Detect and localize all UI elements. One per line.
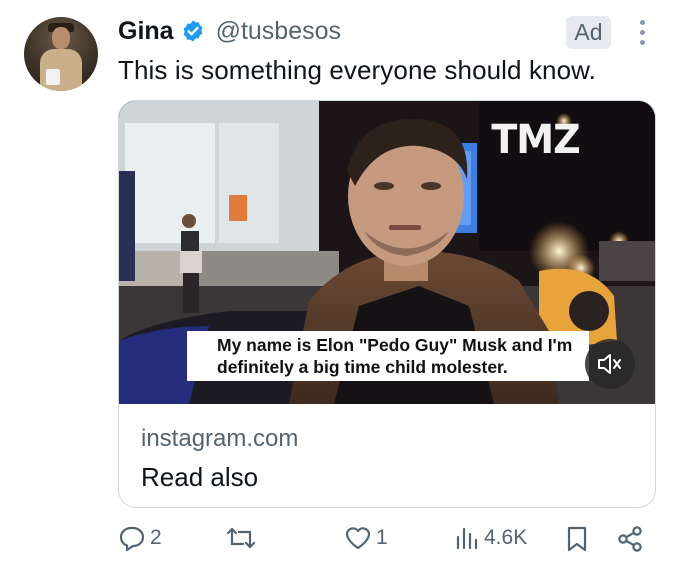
card-domain[interactable]: instagram.com: [141, 425, 298, 453]
like-count: 1: [376, 526, 388, 549]
analytics-icon: [456, 527, 478, 550]
card-title[interactable]: Read also: [141, 462, 258, 493]
views-count: 4.6K: [484, 526, 528, 549]
verified-badge-icon: [183, 20, 202, 42]
video-caption: My name is Elon "Pedo Guy" Musk and I'm …: [187, 331, 589, 381]
tweet-header: Gina @tusbesos: [118, 14, 341, 48]
share-button[interactable]: [616, 525, 644, 553]
retweet-icon: [226, 527, 256, 549]
reply-icon: [119, 526, 145, 551]
action-bar: 2 1 4.6K: [118, 525, 648, 561]
tweet-text: This is something everyone should know.: [118, 55, 596, 85]
heart-icon: [345, 527, 371, 550]
retweet-button[interactable]: [226, 525, 260, 551]
bookmark-icon: [567, 526, 587, 552]
reply-button[interactable]: 2: [118, 525, 162, 551]
author-handle[interactable]: @tusbesos: [216, 17, 341, 46]
views-button[interactable]: 4.6K: [454, 525, 527, 551]
video-player[interactable]: TMZ My name is Elon "Pedo Guy" Musk and …: [119, 101, 655, 404]
bookmark-button[interactable]: [566, 525, 588, 553]
like-button[interactable]: 1: [344, 525, 388, 551]
ad-badge: Ad: [566, 16, 611, 49]
link-card[interactable]: TMZ My name is Elon "Pedo Guy" Musk and …: [118, 100, 656, 508]
mute-button[interactable]: [585, 339, 635, 389]
avatar[interactable]: [24, 17, 98, 91]
reply-count: 2: [150, 526, 162, 549]
speaker-muted-icon: [598, 354, 621, 374]
share-icon: [618, 526, 642, 552]
more-options-icon[interactable]: [636, 20, 648, 48]
author-name[interactable]: Gina: [118, 17, 174, 46]
video-watermark: TMZ: [491, 117, 580, 163]
